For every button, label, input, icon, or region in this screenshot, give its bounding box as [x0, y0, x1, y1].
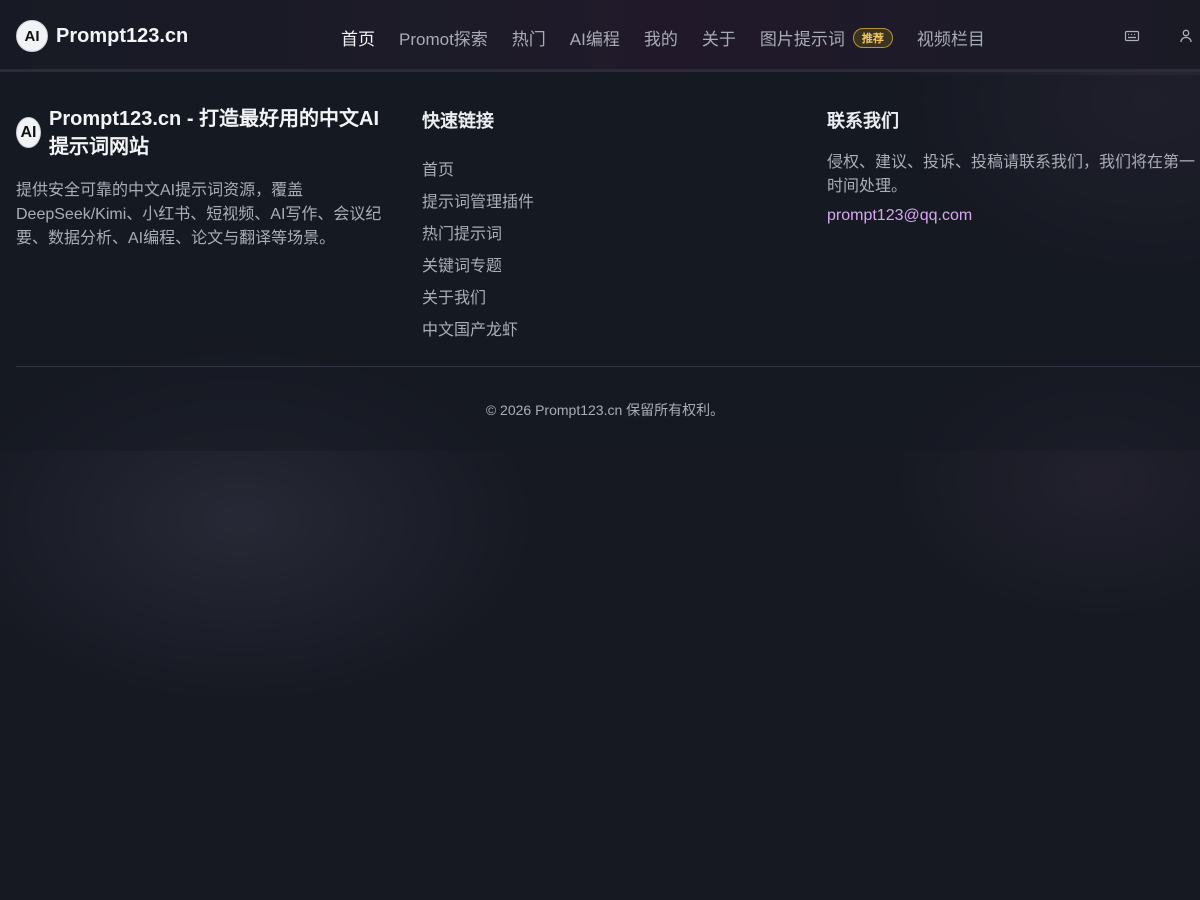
- copyright-text: © 2026 Prompt123.cn 保留所有权利。: [485, 402, 725, 418]
- nav-item-about[interactable]: 关于: [702, 25, 736, 50]
- contact-email-link[interactable]: prompt123@qq.com: [827, 207, 1200, 225]
- footer-divider: [16, 366, 1200, 367]
- logo-text: Prompt123.cn: [56, 24, 189, 47]
- user-icon[interactable]: [1178, 28, 1194, 44]
- contact-description: 侵权、建议、投诉、投稿请联系我们，我们将在第一时间处理。: [827, 154, 1196, 195]
- footer-link-keyword-topics[interactable]: 关键词专题: [422, 251, 722, 283]
- contact-title: 联系我们: [827, 111, 899, 131]
- nav-item-image-prompts-label: 图片提示词: [759, 30, 845, 49]
- footer-link-lobster[interactable]: 中文国产龙虾: [422, 315, 722, 347]
- footer-link-plugin[interactable]: 提示词管理插件: [422, 187, 722, 219]
- footer-brand-title: Prompt123.cn - 打造最好用的中文AI提示词网站: [49, 108, 380, 158]
- footer-link-about-us[interactable]: 关于我们: [422, 283, 722, 315]
- footer-link-home[interactable]: 首页: [422, 155, 722, 187]
- nav-item-home[interactable]: 首页: [341, 25, 375, 50]
- footer-contact: 联系我们 侵权、建议、投诉、投稿请联系我们，我们将在第一时间处理。 prompt…: [827, 107, 1200, 225]
- footer-quick-links: 快速链接 首页 提示词管理插件 热门提示词 关键词专题 关于我们 中文国产龙虾: [422, 107, 722, 347]
- nav-item-hot[interactable]: 热门: [512, 25, 546, 50]
- main-nav: 首页 Promot探索 热门 AI编程 我的 关于 图片提示词 推荐 视频栏目: [341, 25, 1009, 50]
- footer-brand-head: AI Prompt123.cn - 打造最好用的中文AI提示词网站: [16, 105, 396, 161]
- header-actions: [1092, 28, 1200, 44]
- logo-badge: AI: [16, 20, 48, 52]
- top-nav-bar: AI Prompt123.cn 首页 Promot探索 热门 AI编程 我的 关…: [0, 0, 1200, 72]
- quick-links-title: 快速链接: [422, 111, 494, 131]
- nav-item-mine[interactable]: 我的: [644, 25, 678, 50]
- footer-logo-badge: AI: [16, 117, 41, 148]
- nav-item-video[interactable]: 视频栏目: [917, 25, 985, 50]
- footer-link-hot-prompts[interactable]: 热门提示词: [422, 219, 722, 251]
- footer-brand: AI Prompt123.cn - 打造最好用的中文AI提示词网站 提供安全可靠…: [16, 105, 396, 251]
- nav-item-ai-coding[interactable]: AI编程: [570, 25, 620, 50]
- footer-brand-description: 提供安全可靠的中文AI提示词资源，覆盖DeepSeek/Kimi、小红书、短视频…: [16, 182, 382, 247]
- keyboard-icon[interactable]: [1124, 28, 1140, 44]
- recommend-badge: 推荐: [852, 27, 893, 48]
- nav-item-image-prompts[interactable]: 图片提示词 推荐: [760, 25, 893, 50]
- quick-links-list: 首页 提示词管理插件 热门提示词 关键词专题 关于我们 中文国产龙虾: [422, 155, 722, 347]
- site-footer: AI Prompt123.cn - 打造最好用的中文AI提示词网站 提供安全可靠…: [0, 75, 1200, 451]
- site-logo[interactable]: AI Prompt123.cn: [16, 20, 188, 52]
- nav-item-explore[interactable]: Promot探索: [399, 25, 488, 50]
